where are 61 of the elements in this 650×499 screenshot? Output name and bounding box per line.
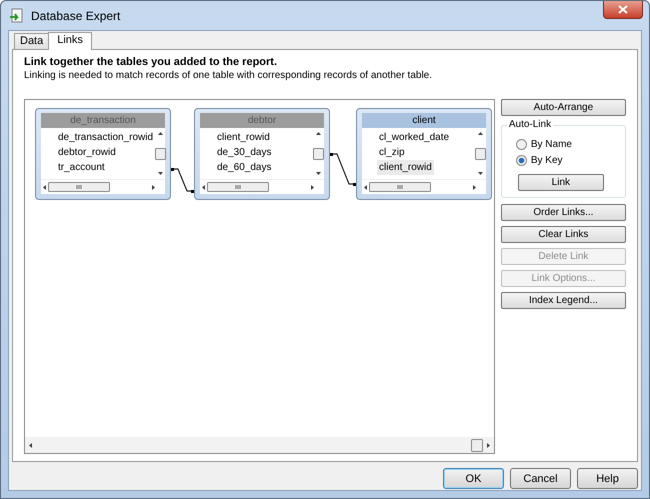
scroll-thumb-icon[interactable] — [312, 148, 324, 160]
instruction-heading: Link together the tables you added to the report. — [24, 56, 278, 68]
link-line[interactable] — [170, 168, 194, 193]
group-title: Auto-Link — [506, 119, 554, 130]
dialog-button[interactable]: OK — [443, 468, 504, 489]
scroll-right-icon[interactable] — [311, 184, 314, 190]
scroll-left-icon[interactable] — [43, 184, 46, 190]
scroll-up-icon[interactable] — [316, 132, 320, 135]
horizontal-scrollbar[interactable] — [25, 437, 494, 453]
field-item[interactable]: debtor_rowid — [56, 145, 118, 160]
scroll-left-icon[interactable] — [202, 184, 205, 190]
radio-option[interactable]: By Name — [516, 136, 572, 152]
table-card[interactable]: client cl_worked_date cl_zip client_rowid — [356, 108, 492, 200]
side-button[interactable]: Index Legend... — [500, 292, 626, 309]
scroll-thumb-icon[interactable] — [48, 182, 110, 192]
radio-icon[interactable] — [516, 138, 527, 150]
field-item[interactable]: tr_account — [56, 160, 107, 175]
scroll-right-icon[interactable] — [486, 442, 490, 448]
table-title: debtor — [200, 113, 324, 128]
side-button[interactable]: Clear Links — [500, 226, 626, 243]
link-line[interactable] — [330, 153, 356, 186]
field-item[interactable]: cl_worked_date — [377, 130, 452, 145]
scroll-right-icon[interactable] — [473, 184, 476, 190]
window-title: Database Expert — [31, 8, 120, 22]
table-card[interactable]: debtor client_rowid de_30_days de_60_days — [194, 108, 330, 200]
link-canvas[interactable]: de_transaction de_transaction_rowid debtor_rowid tr_account debtor client_rowid de_30_days de_60_days client cl_worked_date cl_zip client_rowid — [24, 99, 495, 454]
side-button[interactable]: Auto-Arrange — [500, 99, 626, 116]
radio-option[interactable]: By Key — [516, 152, 563, 168]
close-button[interactable] — [603, 1, 643, 19]
close-icon — [618, 5, 628, 14]
table-card[interactable]: de_transaction de_transaction_rowid debtor_rowid tr_account — [35, 108, 171, 200]
scroll-left-icon[interactable] — [29, 442, 32, 448]
scroll-thumb-icon[interactable] — [369, 182, 431, 192]
scroll-down-icon[interactable] — [316, 172, 320, 175]
table-title: client — [362, 113, 486, 128]
instruction-text: Linking is needed to match records of one table with corresponding records of another table. — [24, 70, 434, 81]
tab[interactable]: Links — [48, 32, 92, 50]
table-title: de_transaction — [41, 113, 165, 128]
field-item[interactable]: de_transaction_rowid — [56, 130, 156, 145]
field-item[interactable]: client_rowid — [215, 130, 272, 145]
side-button[interactable]: Order Links... — [500, 204, 626, 221]
scroll-right-icon[interactable] — [152, 184, 155, 190]
field-item[interactable]: client_rowid — [377, 160, 434, 175]
link-button[interactable]: Link — [518, 174, 604, 191]
app-icon — [9, 8, 25, 24]
scroll-thumb-icon[interactable] — [470, 438, 483, 452]
scroll-thumb-icon[interactable] — [474, 148, 486, 160]
dialog-button[interactable]: Help — [577, 468, 638, 489]
scroll-left-icon[interactable] — [364, 184, 367, 190]
field-item[interactable]: de_60_days — [215, 160, 274, 175]
scroll-down-icon[interactable] — [478, 172, 482, 175]
field-item[interactable]: de_30_days — [215, 145, 274, 160]
scroll-up-icon[interactable] — [158, 132, 164, 135]
scroll-up-icon[interactable] — [478, 132, 482, 135]
dialog-button[interactable]: Cancel — [510, 468, 571, 489]
scroll-thumb-icon[interactable] — [207, 182, 269, 192]
tab[interactable]: Data — [14, 33, 50, 49]
radio-icon[interactable] — [516, 154, 527, 166]
scroll-thumb-icon[interactable] — [155, 148, 166, 160]
scroll-down-icon[interactable] — [158, 172, 164, 175]
field-item[interactable]: cl_zip — [377, 145, 407, 160]
